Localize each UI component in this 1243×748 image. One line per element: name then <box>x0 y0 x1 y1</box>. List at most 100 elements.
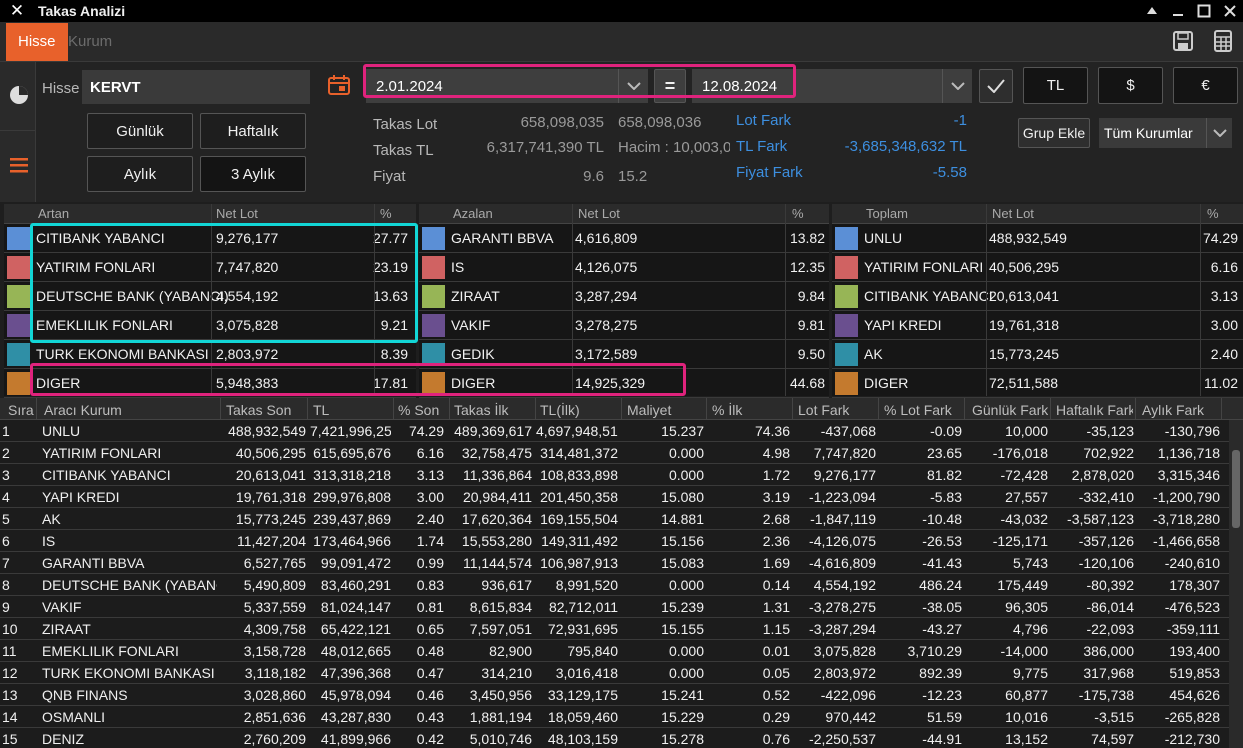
table-row[interactable]: 3 CITIBANK YABANCI 20,613,041 313,318,218 3.… <box>0 464 1230 486</box>
toplam-row[interactable]: YATIRIM FONLARI 40,506,295 6.16 <box>832 253 1243 282</box>
table-row[interactable]: 9 VAKIF 5,337,559 81,024,147 0.81 8,615,834 82… <box>0 596 1230 618</box>
chevron-down-icon[interactable] <box>1206 118 1232 148</box>
currency-tl-button[interactable]: TL <box>1023 67 1088 104</box>
takas-tl-label: Takas TL <box>373 142 434 159</box>
column-separator[interactable] <box>307 398 308 420</box>
uc-aylik-button[interactable]: 3 Aylık <box>200 156 306 192</box>
tum-kurumlar-select[interactable]: Tüm Kurumlar <box>1099 118 1232 148</box>
spreadsheet-icon[interactable] <box>1212 30 1234 52</box>
column-separator[interactable] <box>449 398 450 420</box>
scroll-up-icon[interactable] <box>1139 0 1165 22</box>
column-separator[interactable] <box>792 398 793 420</box>
table-row[interactable]: 5 AK 15,773,245 239,437,869 2.40 17,620,364 16… <box>0 508 1230 530</box>
net-lot-value: 40,506,295 <box>989 259 1060 275</box>
aylik-button[interactable]: Aylık <box>87 156 193 192</box>
column-separator[interactable] <box>878 398 879 420</box>
toplam-row[interactable]: UNLU 488,932,549 74.29 <box>832 224 1243 253</box>
table-row[interactable]: 12 TURK EKONOMI BANKASI 3,118,182 47,396,36… <box>0 662 1230 684</box>
azalan-row[interactable]: IS 4,126,075 12.35 <box>419 253 829 282</box>
column-separator[interactable] <box>1135 398 1136 420</box>
calendar-icon[interactable] <box>327 74 351 99</box>
column-header[interactable]: TL <box>313 402 391 418</box>
toplam-row[interactable]: AK 15,773,245 2.40 <box>832 340 1243 369</box>
artan-row[interactable]: EMEKLILIK FONLARI 3,075,828 9.21 <box>4 311 416 340</box>
gunluk-button[interactable]: Günlük <box>87 113 193 149</box>
table-row[interactable]: 6 IS 11,427,204 173,464,966 1.74 15,553,280 14… <box>0 530 1230 552</box>
artan-row[interactable]: CITIBANK YABANCI 9,276,177 27.77 <box>4 224 416 253</box>
table-row[interactable]: 14 OSMANLI 2,851,636 43,287,830 0.43 1,881,19… <box>0 706 1230 728</box>
end-date-value: 12.08.2024 <box>702 77 778 95</box>
column-header[interactable]: Aylık Fark <box>1142 402 1220 418</box>
table-row[interactable]: 13 QNB FINANS 3,028,860 45,978,094 0.46 3,450… <box>0 684 1230 706</box>
table-row[interactable]: 11 EMEKLILIK FONLARI 3,158,728 48,012,665 0.… <box>0 640 1230 662</box>
column-header[interactable]: Lot Fark <box>798 402 876 418</box>
table-row[interactable]: 1 UNLU 488,932,549 7,421,996,250 74.29 489,36… <box>0 420 1230 442</box>
table-cell: 193,400 <box>1169 643 1220 659</box>
column-header[interactable]: % İlk <box>712 402 790 418</box>
save-icon[interactable] <box>1172 30 1194 52</box>
currency-usd-button[interactable]: $ <box>1098 67 1163 104</box>
table-row[interactable]: 15 DENIZ 2,760,209 41,899,966 0.42 5,010,746 4… <box>0 728 1230 748</box>
toplam-row[interactable]: YAPI KREDI 19,761,318 3.00 <box>832 311 1243 340</box>
window-close-icon[interactable] <box>1217 0 1243 22</box>
scrollbar-thumb[interactable] <box>1232 450 1240 528</box>
table-cell: AK <box>42 511 61 527</box>
pie-chart-icon[interactable] <box>8 84 30 109</box>
equals-button[interactable]: = <box>654 69 686 103</box>
chevron-down-icon[interactable] <box>942 69 972 103</box>
end-date-input[interactable]: 12.08.2024 <box>692 69 972 103</box>
menu-icon[interactable] <box>9 156 29 177</box>
column-separator[interactable] <box>393 398 394 420</box>
column-header[interactable]: Aracı Kurum <box>44 402 218 418</box>
column-separator[interactable] <box>964 398 965 420</box>
tab-kurum[interactable]: Kurum <box>56 22 124 62</box>
azalan-row[interactable]: GARANTI BBVA 4,616,809 13.82 <box>419 224 829 253</box>
lot-fark-value: -1 <box>953 112 967 129</box>
minimize-icon[interactable] <box>1165 0 1191 22</box>
azalan-row[interactable]: VAKIF 3,278,275 9.81 <box>419 311 829 340</box>
column-header[interactable]: Takas İlk <box>454 402 533 418</box>
currency-eur-button[interactable]: € <box>1173 67 1238 104</box>
table-row[interactable]: 10 ZIRAAT 4,309,758 65,422,121 0.65 7,597,051… <box>0 618 1230 640</box>
column-separator[interactable] <box>1050 398 1051 420</box>
column-header[interactable]: Günlük Fark <box>972 402 1048 418</box>
azalan-row[interactable]: DIGER 14,925,329 44.68 <box>419 369 829 398</box>
column-header[interactable]: Takas Son <box>226 402 305 418</box>
close-icon[interactable]: ✕ <box>0 1 34 21</box>
start-date-input[interactable]: 2.01.2024 <box>366 69 648 103</box>
column-separator[interactable] <box>706 398 707 420</box>
azalan-row[interactable]: ZIRAAT 3,287,294 9.84 <box>419 282 829 311</box>
column-separator[interactable] <box>1221 398 1222 420</box>
table-row[interactable]: 7 GARANTI BBVA 6,527,765 99,091,472 0.99 11,1… <box>0 552 1230 574</box>
table-row[interactable]: 2 YATIRIM FONLARI 40,506,295 615,695,676 6.1… <box>0 442 1230 464</box>
column-separator[interactable] <box>535 398 536 420</box>
toplam-row[interactable]: CITIBANK YABANCI 20,613,041 3.13 <box>832 282 1243 311</box>
toplam-row[interactable]: DIGER 72,511,588 11.02 <box>832 369 1243 398</box>
grup-ekle-button[interactable]: Grup Ekle <box>1018 118 1090 148</box>
hisse-input[interactable]: KERVT <box>82 70 310 104</box>
artan-row[interactable]: TURK EKONOMI BANKASI 2,803,972 8.39 <box>4 340 416 369</box>
chevron-down-icon[interactable] <box>618 69 648 103</box>
column-header[interactable]: Sıra <box>8 402 35 418</box>
artan-row[interactable]: DIGER 5,948,383 17.81 <box>4 369 416 398</box>
column-separator[interactable] <box>36 398 37 420</box>
column-header[interactable]: TL(İlk) <box>540 402 619 418</box>
table-cell: 32,758,475 <box>461 445 532 461</box>
column-header[interactable]: Maliyet <box>627 402 704 418</box>
table-row[interactable]: 8 DEUTSCHE BANK (YABANCI) 5,490,809 83,460,… <box>0 574 1230 596</box>
scrollbar[interactable] <box>1229 420 1243 748</box>
column-header[interactable]: % Son <box>398 402 447 418</box>
column-separator[interactable] <box>220 398 221 420</box>
maximize-icon[interactable] <box>1191 0 1217 22</box>
net-lot-value: 4,554,192 <box>216 288 279 304</box>
table-row[interactable]: 4 YAPI KREDI 19,761,318 299,976,808 3.00 20,9… <box>0 486 1230 508</box>
column-header[interactable]: Haftalık Fark <box>1056 402 1133 418</box>
artan-row[interactable]: YATIRIM FONLARI 7,747,820 23.19 <box>4 253 416 282</box>
azalan-row[interactable]: GEDIK 3,172,589 9.50 <box>419 340 829 369</box>
confirm-button[interactable] <box>979 69 1013 103</box>
column-header[interactable]: % Lot Fark <box>884 402 962 418</box>
table-cell: 48,103,159 <box>547 731 618 747</box>
column-separator[interactable] <box>621 398 622 420</box>
artan-row[interactable]: DEUTSCHE BANK (YABANCI) 4,554,192 13.63 <box>4 282 416 311</box>
haftalik-button[interactable]: Haftalık <box>200 113 306 149</box>
